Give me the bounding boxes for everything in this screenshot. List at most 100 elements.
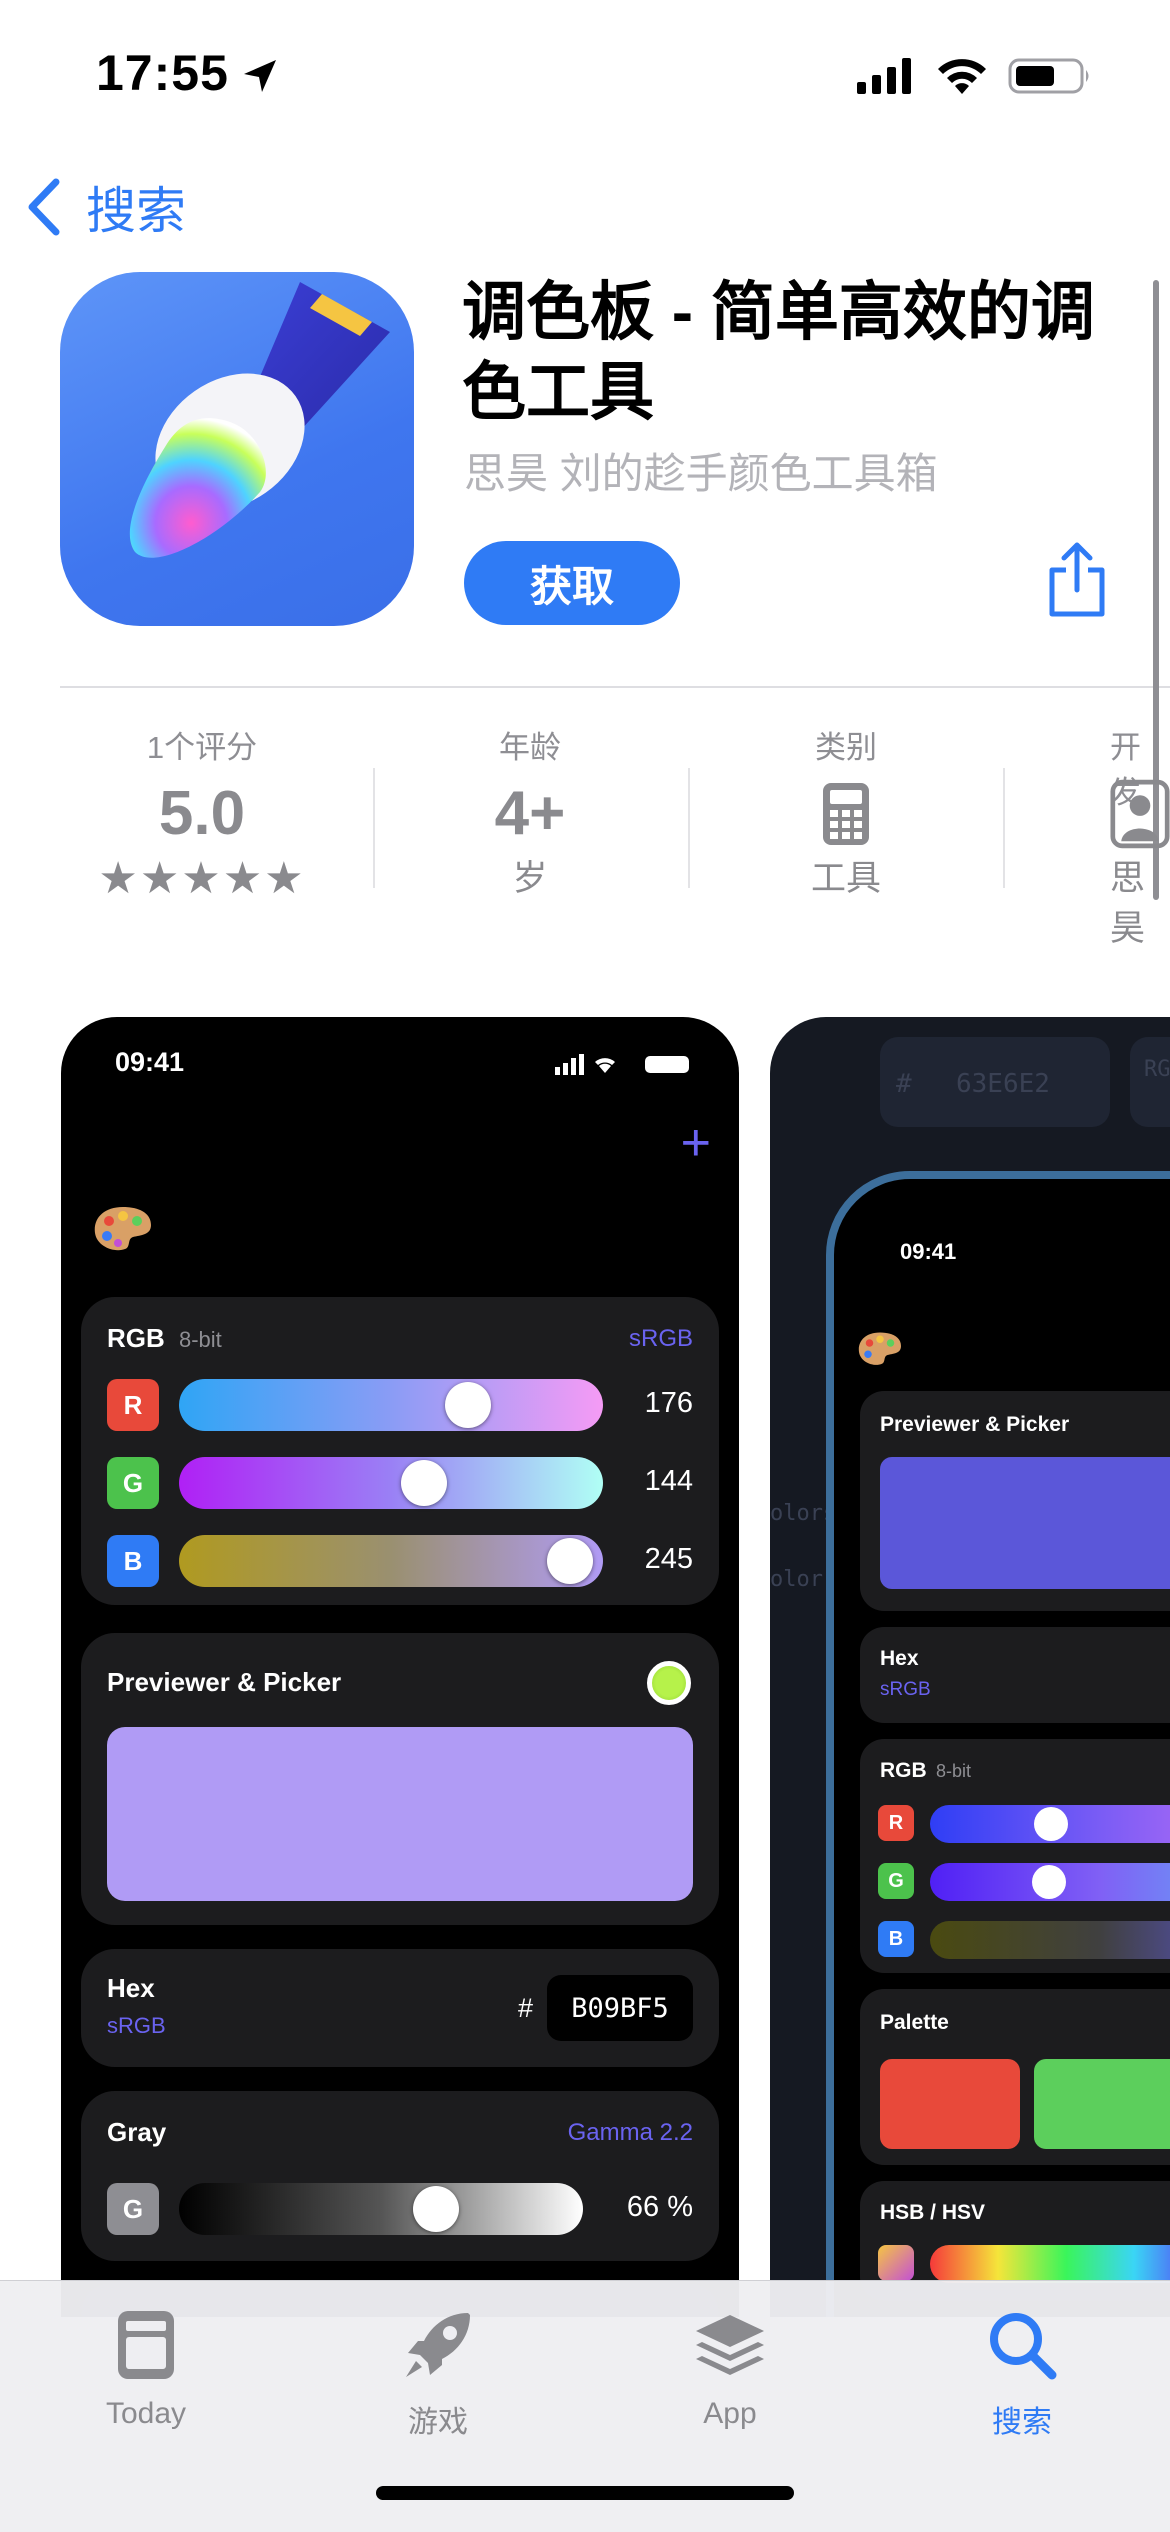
- info-ratings-value: 5.0: [158, 779, 246, 848]
- green-slider-knob[interactable]: [401, 1460, 447, 1506]
- info-age-value: 4+: [494, 779, 566, 848]
- info-developer-label: 开发: [1110, 730, 1141, 810]
- tab-today[interactable]: Today: [46, 2305, 246, 2431]
- previewer-card: Previewer & Picker: [81, 1633, 719, 1925]
- rocket-icon: [406, 2313, 470, 2377]
- gray-slider[interactable]: [179, 2183, 583, 2235]
- info-developer[interactable]: 开发 思昊: [1010, 722, 1170, 948]
- info-ratings-label: 1个评分: [146, 730, 258, 765]
- back-label: 搜索: [86, 183, 186, 239]
- bg-label: RG: [1144, 1057, 1170, 1082]
- info-age-sub: 岁: [512, 859, 548, 898]
- palette-title: Palette: [880, 2011, 949, 2034]
- channel-b-badge: B: [878, 1921, 914, 1957]
- info-age-label: 年龄: [499, 730, 561, 765]
- app-subtitle: 思昊 刘的趁手颜色工具箱: [464, 450, 938, 497]
- tab-games-label: 游戏: [408, 2406, 468, 2439]
- rgb-bits: 8-bit: [936, 1761, 972, 1781]
- hex-space: sRGB: [107, 2013, 166, 2038]
- blue-slider-knob[interactable]: [547, 1538, 593, 1584]
- hsb-title: HSB / HSV: [880, 2201, 986, 2224]
- phone-mockup: 09:41 Previewer & Picker Hex sRGB RGB 8-…: [826, 1171, 1170, 2317]
- person-icon: [1110, 779, 1170, 849]
- red-slider-knob[interactable]: [445, 1382, 491, 1428]
- wifi-icon: [938, 59, 986, 94]
- phone-status-time: 09:41: [115, 1047, 185, 1077]
- blue-slider[interactable]: [930, 1921, 1170, 1959]
- add-icon[interactable]: +: [681, 1117, 711, 1169]
- channel-g-badge: G: [878, 1863, 914, 1899]
- previewer-title: Previewer & Picker: [880, 1413, 1070, 1436]
- status-bar: 17:55: [0, 0, 1170, 150]
- info-category-label: 类别: [815, 730, 877, 765]
- hex-card: Hex sRGB # B09BF5: [81, 1949, 719, 2067]
- gray-value: 66 %: [626, 2191, 693, 2223]
- header-divider: [60, 686, 1170, 688]
- search-icon: [990, 2313, 1057, 2380]
- calculator-icon: [823, 783, 869, 845]
- home-indicator[interactable]: [376, 2486, 794, 2500]
- hex-space: sRGB: [880, 1679, 931, 1700]
- info-separator: [1003, 768, 1005, 888]
- info-developer-icon-wrap: [1110, 774, 1170, 854]
- info-developer-sub: 思昊: [1110, 859, 1146, 948]
- info-category-sub: 工具: [810, 859, 881, 898]
- status-time: 17:55: [96, 45, 229, 101]
- hex-value-field[interactable]: B09BF5: [547, 1975, 693, 2041]
- info-age[interactable]: 年龄 4+ 岁: [380, 722, 680, 904]
- app-icon: [60, 272, 414, 626]
- bg-hex-value: 63E6E2: [956, 1069, 1050, 1099]
- location-arrow-icon: [244, 60, 276, 92]
- gray-title: Gray: [107, 2117, 167, 2147]
- color-picker-icon[interactable]: [647, 1661, 691, 1705]
- battery-icon: [1008, 58, 1089, 94]
- tab-app[interactable]: App: [630, 2305, 830, 2431]
- green-slider-knob[interactable]: [1032, 1865, 1066, 1899]
- rating-stars: ★★★★★: [98, 854, 306, 903]
- tab-search[interactable]: 搜索: [922, 2305, 1122, 2441]
- gray-gamma: Gamma 2.2: [567, 2119, 693, 2146]
- hex-card: Hex sRGB: [860, 1627, 1170, 1723]
- bg-hash: #: [896, 1069, 912, 1099]
- red-slider[interactable]: [930, 1805, 1170, 1843]
- color-preview: [107, 1727, 693, 1901]
- red-slider[interactable]: [179, 1379, 603, 1431]
- rgb-title: RGB: [880, 1759, 927, 1782]
- screenshot-1[interactable]: 09:41 + RGB 8-bit sRGB R 176 G 144 B 245: [61, 1017, 739, 2317]
- red-slider-knob[interactable]: [1034, 1807, 1068, 1841]
- hue-slider[interactable]: [930, 2245, 1170, 2283]
- blue-slider[interactable]: [179, 1535, 603, 1587]
- gray-card: Gray Gamma 2.2 G 66 %: [81, 2091, 719, 2261]
- info-ratings[interactable]: 1个评分 5.0 ★★★★★: [52, 722, 352, 904]
- rgb-bits: 8-bit: [179, 1327, 222, 1352]
- green-slider[interactable]: [930, 1863, 1170, 1901]
- palette-swatch[interactable]: [1034, 2059, 1170, 2149]
- phone-status-icons: [555, 1054, 689, 1075]
- color-preview: [880, 1457, 1170, 1589]
- rgb-card: RGB 8-bit R G B: [860, 1739, 1170, 1973]
- palette-icon: [94, 1207, 151, 1251]
- palette-swatch[interactable]: [880, 2059, 1020, 2149]
- green-value: 144: [644, 1465, 693, 1497]
- red-value: 176: [644, 1387, 693, 1419]
- green-slider[interactable]: [179, 1457, 603, 1509]
- previewer-title: Previewer & Picker: [107, 1667, 342, 1697]
- cellular-signal-icon: [857, 58, 911, 94]
- layers-icon: [696, 2315, 764, 2375]
- info-category[interactable]: 类别 工具: [696, 722, 996, 904]
- screenshot-2[interactable]: # 63E6E2 RG olors olor: 09:41 Previewer …: [770, 1017, 1170, 2317]
- share-icon[interactable]: [1046, 540, 1108, 620]
- bg-row: [1130, 1037, 1170, 1127]
- channel-r-badge: R: [878, 1805, 914, 1841]
- hex-title: Hex: [880, 1647, 919, 1670]
- chevron-left-icon: [28, 178, 60, 236]
- info-separator: [688, 768, 690, 888]
- channel-g-badge: G: [107, 1457, 159, 1509]
- get-button[interactable]: 获取: [464, 541, 680, 625]
- info-separator: [373, 768, 375, 888]
- palette-icon: [858, 1332, 901, 1365]
- back-to-search-link[interactable]: 搜索: [24, 172, 186, 242]
- blue-value: 245: [644, 1543, 693, 1575]
- tab-games[interactable]: 游戏: [338, 2305, 538, 2441]
- gray-slider-knob[interactable]: [413, 2186, 459, 2232]
